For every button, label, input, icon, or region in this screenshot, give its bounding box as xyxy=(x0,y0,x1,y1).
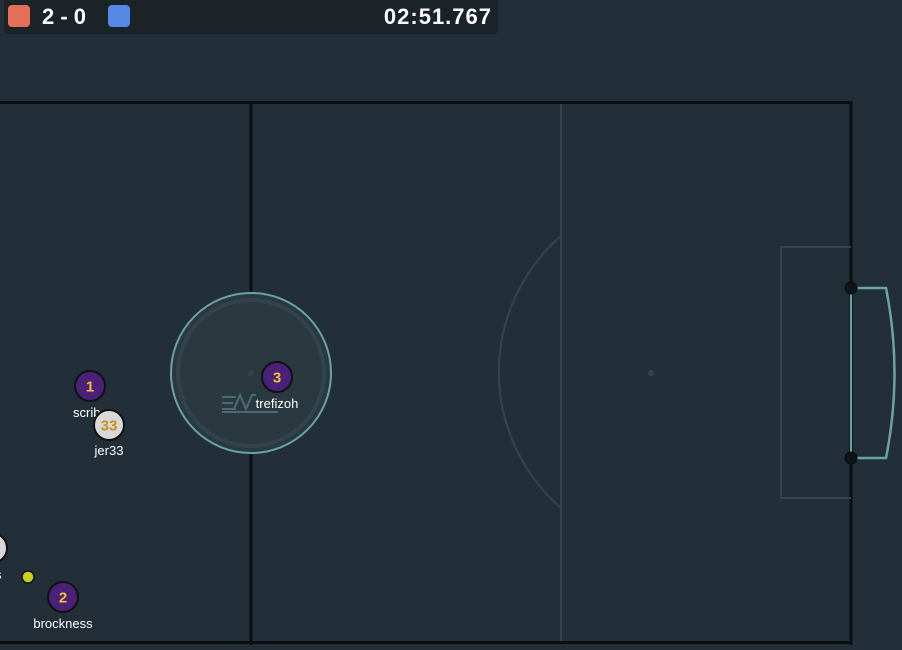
blue-team-indicator xyxy=(108,5,130,27)
player-number: 1 xyxy=(86,379,94,396)
player-number: 3 xyxy=(273,370,281,387)
goal-post-bottom xyxy=(844,451,858,465)
player-name: brockness xyxy=(33,616,93,631)
player-name: s xyxy=(0,567,2,582)
center-spot xyxy=(248,370,254,376)
score-display: 2 - 0 xyxy=(42,4,87,29)
player-number: 33 xyxy=(101,418,118,435)
player-name: trefizoh xyxy=(256,396,299,411)
player-jer33: 33 jer33 xyxy=(93,409,125,458)
ball xyxy=(21,570,35,584)
player-number: 2 xyxy=(59,590,67,607)
match-timer: 02:51.767 xyxy=(383,4,492,29)
game-field: 1 scrib 33 jer33 3 trefizoh 2 brockness … xyxy=(0,0,902,645)
attack-zone-arc xyxy=(497,235,562,509)
penalty-box xyxy=(780,246,851,499)
penalty-spot xyxy=(648,370,654,376)
red-team-indicator xyxy=(8,5,30,27)
scoreboard: 2 - 0 02:51.767 xyxy=(4,0,498,34)
goal-net xyxy=(851,286,896,460)
player-disc xyxy=(0,534,8,562)
player-brockness: 2 brockness xyxy=(33,581,93,631)
player-offscreen: s xyxy=(0,534,8,582)
pitch: 1 scrib 33 jer33 3 trefizoh 2 brockness … xyxy=(0,101,896,645)
goal-post-top xyxy=(844,281,858,295)
player-name: jer33 xyxy=(94,443,124,458)
